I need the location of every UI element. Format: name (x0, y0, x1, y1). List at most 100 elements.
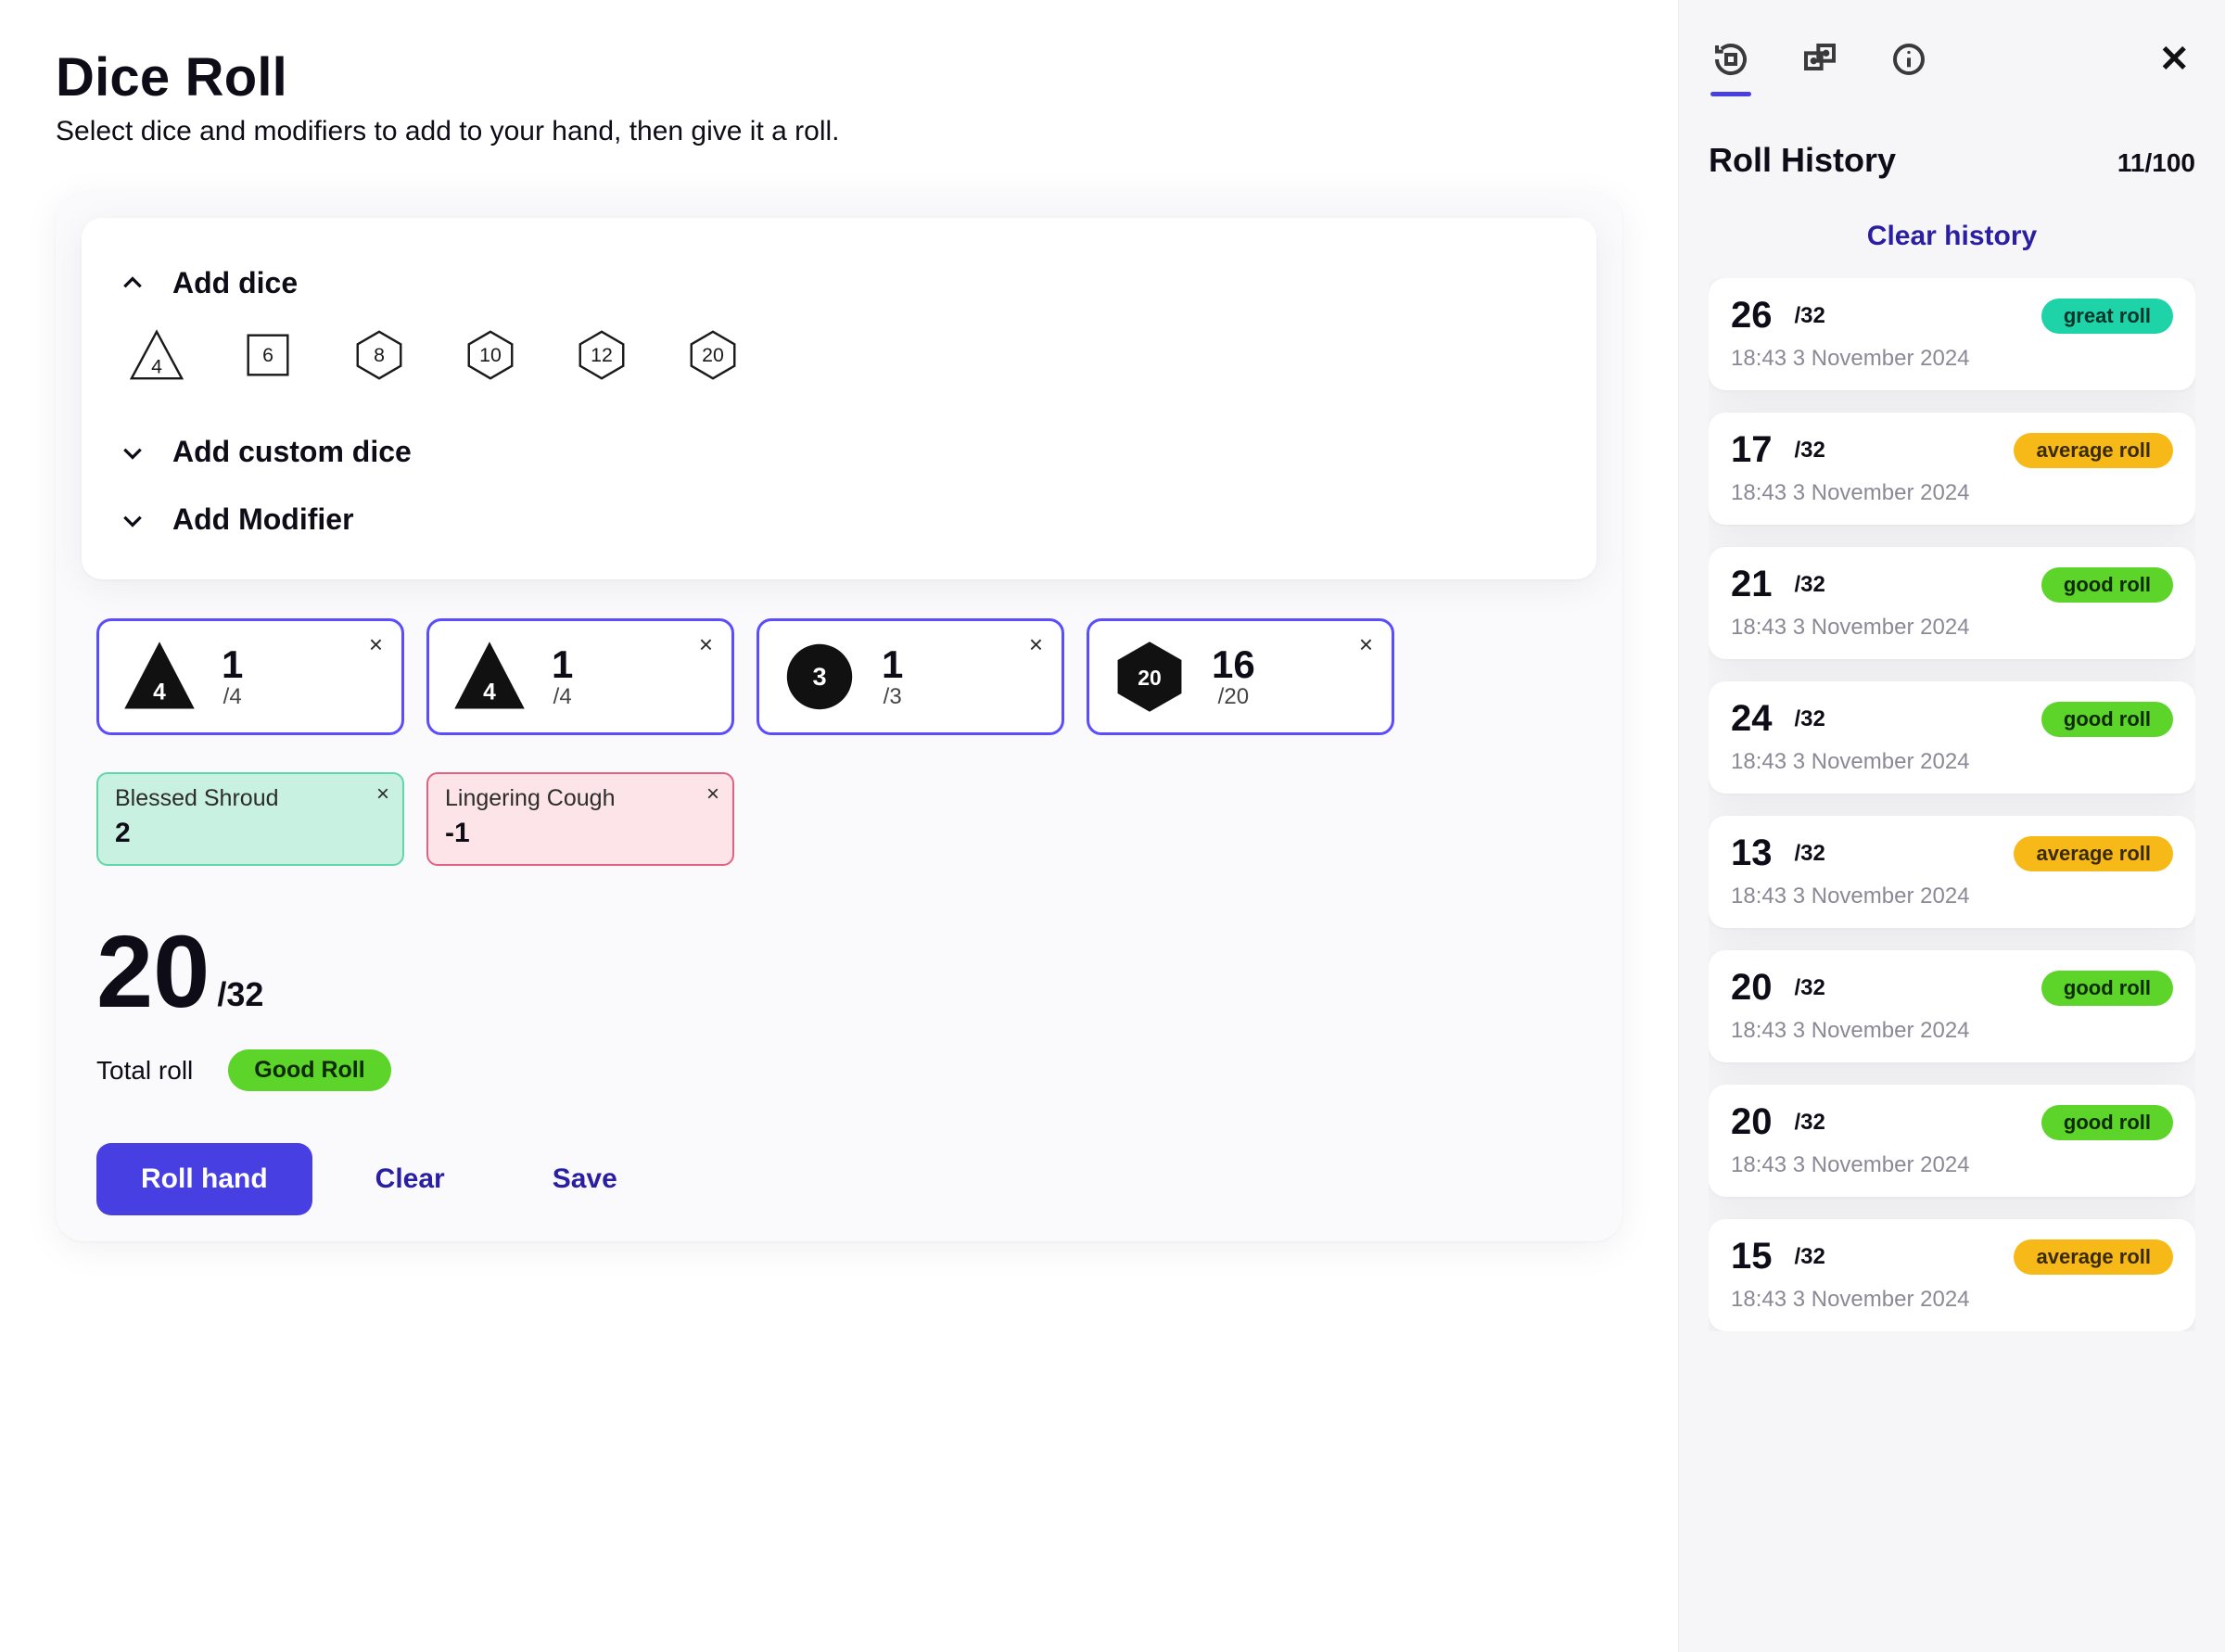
svg-text:4: 4 (153, 680, 166, 705)
history-value: 24 (1731, 698, 1773, 740)
accordion-label: Add custom dice (172, 435, 412, 469)
tab-dice[interactable] (1798, 32, 1842, 87)
history-time: 18:43 3 November 2024 (1731, 480, 2173, 506)
die-option-d10[interactable]: 10 (462, 326, 519, 384)
history-tag: great roll (2041, 299, 2173, 334)
modifier-value: 2 (115, 818, 386, 849)
svg-text:8: 8 (374, 344, 385, 366)
modifier-row: × Blessed Shroud 2 × Lingering Cough -1 (96, 772, 1596, 866)
remove-die-icon[interactable]: × (693, 629, 718, 660)
die-option-d8[interactable]: 8 (350, 326, 408, 384)
die-option-d12[interactable]: 12 (573, 326, 630, 384)
roll-panel: Add dice 4 6 8 10 (56, 192, 1622, 1241)
history-tag: good roll (2041, 567, 2173, 603)
clear-button[interactable]: Clear (331, 1143, 490, 1215)
hand-card[interactable]: × 20 16 /20 (1087, 618, 1394, 735)
modifier-name: Blessed Shroud (115, 785, 386, 812)
modifier-card[interactable]: × Blessed Shroud 2 (96, 772, 404, 866)
history-max: /32 (1795, 841, 1825, 867)
die-option-d4[interactable]: 4 (128, 326, 185, 384)
total-block: 20 /32 Total roll Good Roll (96, 921, 1596, 1091)
total-max: /32 (217, 975, 263, 1014)
history-tag: average roll (2014, 433, 2173, 468)
history-value: 17 (1731, 429, 1773, 471)
sidebar-title: Roll History (1709, 141, 1896, 180)
remove-die-icon[interactable]: × (1024, 629, 1049, 660)
action-row: Roll hand Clear Save (96, 1143, 1596, 1215)
history-card[interactable]: 17/32 average roll 18:43 3 November 2024 (1709, 413, 2195, 525)
modifier-card[interactable]: × Lingering Cough -1 (426, 772, 734, 866)
history-time: 18:43 3 November 2024 (1731, 346, 2173, 372)
history-card[interactable]: 24/32 good roll 18:43 3 November 2024 (1709, 681, 2195, 794)
close-icon[interactable]: ✕ (2153, 35, 2195, 83)
history-card[interactable]: 20/32 good roll 18:43 3 November 2024 (1709, 950, 2195, 1062)
history-list: 26/32 great roll 18:43 3 November 2024 1… (1709, 278, 2195, 1331)
hand-max: /3 (884, 685, 902, 708)
history-value: 15 (1731, 1236, 1773, 1277)
history-card[interactable]: 20/32 good roll 18:43 3 November 2024 (1709, 1085, 2195, 1197)
history-max: /32 (1795, 572, 1825, 598)
history-max: /32 (1795, 438, 1825, 464)
chevron-down-icon (119, 506, 146, 534)
chevron-down-icon (119, 438, 146, 466)
svg-text:4: 4 (483, 680, 496, 705)
main-pane: Dice Roll Select dice and modifiers to a… (0, 0, 1678, 1652)
history-max: /32 (1795, 1244, 1825, 1270)
dice-options: 4 6 8 10 12 20 (119, 317, 1559, 410)
history-value: 13 (1731, 832, 1773, 874)
history-tag: average roll (2014, 1239, 2173, 1275)
history-time: 18:43 3 November 2024 (1731, 1152, 2173, 1178)
hand-card[interactable]: × 4 1 /4 (426, 618, 734, 735)
modifier-value: -1 (445, 818, 716, 849)
tab-history[interactable] (1709, 32, 1753, 87)
hand-card[interactable]: × 4 1 /4 (96, 618, 404, 735)
history-card[interactable]: 26/32 great roll 18:43 3 November 2024 (1709, 278, 2195, 390)
die-face-icon: 4 (121, 639, 197, 715)
page-title: Dice Roll (56, 46, 1622, 108)
history-max: /32 (1795, 706, 1825, 732)
die-face-icon: 4 (451, 639, 528, 715)
remove-modifier-icon[interactable]: × (706, 783, 719, 806)
accordion-label: Add dice (172, 266, 298, 300)
accordion-add-dice[interactable]: Add dice (119, 249, 1559, 317)
die-face-icon: 20 (1112, 639, 1188, 715)
die-option-d6[interactable]: 6 (239, 326, 297, 384)
history-tag: good roll (2041, 971, 2173, 1006)
remove-die-icon[interactable]: × (363, 629, 388, 660)
hand-max: /20 (1218, 685, 1249, 708)
remove-die-icon[interactable]: × (1354, 629, 1379, 660)
history-card[interactable]: 21/32 good roll 18:43 3 November 2024 (1709, 547, 2195, 659)
history-time: 18:43 3 November 2024 (1731, 749, 2173, 775)
accordion-label: Add Modifier (172, 502, 354, 537)
history-card[interactable]: 13/32 average roll 18:43 3 November 2024 (1709, 816, 2195, 928)
total-tag: Good Roll (228, 1049, 390, 1091)
chevron-up-icon (119, 270, 146, 298)
svg-text:4: 4 (151, 355, 162, 377)
history-time: 18:43 3 November 2024 (1731, 615, 2173, 641)
accordion-add-modifier[interactable]: Add Modifier (119, 486, 1559, 553)
svg-text:20: 20 (702, 344, 724, 366)
remove-modifier-icon[interactable]: × (376, 783, 389, 806)
history-tag: good roll (2041, 702, 2173, 737)
save-button[interactable]: Save (508, 1143, 662, 1215)
hand-value: 16 (1212, 644, 1255, 685)
svg-text:3: 3 (812, 662, 826, 691)
history-sidebar: ✕ Roll History 11/100 Clear history 26/3… (1678, 0, 2225, 1652)
roll-button[interactable]: Roll hand (96, 1143, 312, 1215)
history-max: /32 (1795, 303, 1825, 329)
clear-history-button[interactable]: Clear history (1709, 221, 2195, 252)
page-subtitle: Select dice and modifiers to add to your… (56, 116, 1622, 147)
history-max: /32 (1795, 1110, 1825, 1136)
die-option-d20[interactable]: 20 (684, 326, 742, 384)
history-value: 20 (1731, 1101, 1773, 1143)
history-tag: average roll (2014, 836, 2173, 871)
history-card[interactable]: 15/32 average roll 18:43 3 November 2024 (1709, 1219, 2195, 1331)
accordion-add-custom[interactable]: Add custom dice (119, 418, 1559, 486)
hand-card[interactable]: × 3 1 /3 (756, 618, 1064, 735)
hand-value: 1 (552, 644, 573, 685)
tab-info[interactable] (1887, 32, 1931, 87)
sidebar-tabs (1709, 32, 1931, 87)
history-time: 18:43 3 November 2024 (1731, 1287, 2173, 1313)
hand-max: /4 (553, 685, 572, 708)
total-value: 20 (96, 921, 210, 1023)
